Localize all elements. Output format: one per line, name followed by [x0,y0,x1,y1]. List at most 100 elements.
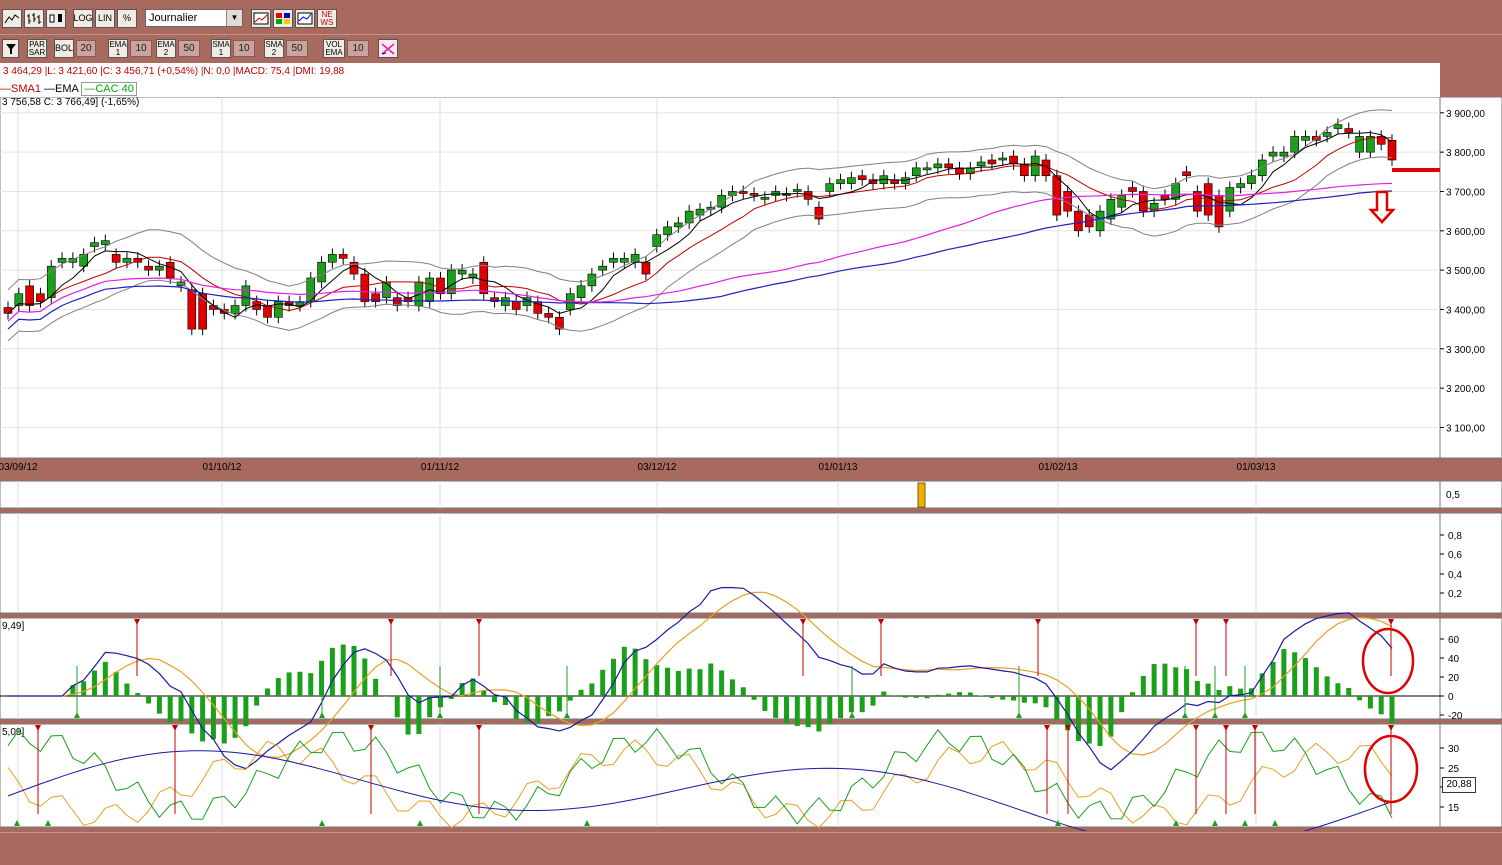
bar-chart-button[interactable] [24,9,44,28]
macd-hist-bar [1271,662,1276,696]
macd-hist-bar [92,671,97,696]
macd-hist-bar [200,696,205,741]
macd-hist-bar [752,696,757,700]
macd-hist-bar [222,696,227,743]
line-chart-button[interactable] [2,9,22,28]
macd-hist-bar [795,696,800,726]
chart-legend: —SMA1 —EMA —CAC 40 [0,81,1440,97]
color-palette-button[interactable] [273,9,293,28]
candle [761,197,769,199]
linear-scale-button[interactable]: LIN [95,9,115,28]
candle [685,211,693,223]
macd-hist-bar [308,673,313,696]
parabolic-sar-button[interactable]: PARSAR [27,39,47,58]
macd-hist-bar [784,696,789,723]
candle [1237,184,1245,188]
macd-hist-bar [838,696,843,718]
macd-hist-bar [1303,658,1308,696]
macd-hist-bar [860,696,865,712]
filter-icon[interactable] [2,39,19,58]
log-scale-button[interactable]: LOG [73,9,93,28]
macd-hist-bar [297,672,302,696]
sma2-period-field[interactable]: 50 [286,40,308,57]
candle [58,258,66,262]
candle [826,184,834,192]
candle [1388,140,1396,160]
percent-scale-button[interactable]: % [117,9,137,28]
sma2-button[interactable]: SMA2 [264,39,284,58]
candle [26,286,34,306]
candle [718,195,726,207]
candle [1291,136,1299,152]
candle [339,254,347,258]
macd-panel [0,618,1440,719]
sma1-button[interactable]: SMA1 [211,39,231,58]
volume-period-field[interactable]: 10 [347,40,369,57]
macd-hist-bar [935,695,940,696]
bollinger-button[interactable]: BOL [54,39,74,58]
candle [1345,129,1353,133]
draw-tool-icon[interactable] [378,39,398,58]
macd-hist-bar [871,696,876,706]
news-button[interactable]: NEWS [317,9,337,28]
macd-hist-bar [1022,696,1027,703]
price-panel [0,97,1440,458]
status-bar [0,832,1502,865]
bollinger-period-field[interactable]: 20 [76,40,96,57]
period-select[interactable]: Journalier▼ [145,9,243,27]
candle [901,178,909,184]
macd-hist-bar [881,691,886,696]
date-tick-label: 01/02/13 [1039,462,1078,473]
candle [1074,211,1082,231]
ema1-button[interactable]: EMA1 [108,39,128,58]
date-tick-label: 03/09/12 [0,462,38,473]
candle [242,286,250,306]
candle [231,306,239,314]
dmi-tick-label: 30 [1448,744,1460,755]
macd-hist-bar [1314,667,1319,696]
price-tick-label: 3 800,00 [1446,148,1485,159]
sma1-period-field[interactable]: 10 [233,40,255,57]
macd-hist-bar [1292,652,1297,696]
ema2-button[interactable]: EMA2 [156,39,176,58]
candle [91,243,99,247]
macd-hist-bar [762,696,767,711]
volume-ema-button[interactable]: VOLEMA [323,39,345,58]
compare-button[interactable] [295,9,315,28]
candle [750,193,758,195]
legend-ema: —EMA [44,83,78,95]
candle [793,190,801,192]
macd-hist-bar [243,696,248,726]
candlestick-button[interactable] [46,9,66,28]
candle [318,262,326,282]
macd-hist-bar [1044,696,1049,707]
macd-hist-bar [903,696,908,698]
chart-area[interactable]: 3 900,003 800,003 700,003 600,003 500,00… [0,97,1502,831]
macd-hist-bar [698,669,703,696]
macd-hist-bar [957,692,962,696]
macd-hist-bar [146,696,151,704]
candle [577,286,585,298]
macd-tick-label: 40 [1448,654,1460,665]
macd-hist-bar [1217,690,1222,696]
ema2-period-field[interactable]: 50 [178,40,200,57]
macd-hist-bar [1346,688,1351,696]
candle [166,262,174,278]
vol-tick-label: 0,2 [1448,589,1462,600]
candle [923,168,931,170]
candle [912,168,920,176]
candle [664,227,672,235]
candle [264,306,272,318]
macd-hist-bar [914,696,919,698]
macd-hist-bar [925,696,930,698]
chevron-down-icon: ▼ [226,10,242,26]
date-tick-label: 01/01/13 [819,462,858,473]
chart-settings-button[interactable] [251,9,271,28]
ema1-period-field[interactable]: 10 [130,40,152,57]
macd-hist-bar [1152,664,1157,696]
candle [480,262,488,293]
candle [447,270,455,294]
macd-hist-bar [676,671,681,696]
macd-hist-bar [287,672,292,696]
candle [847,178,855,184]
